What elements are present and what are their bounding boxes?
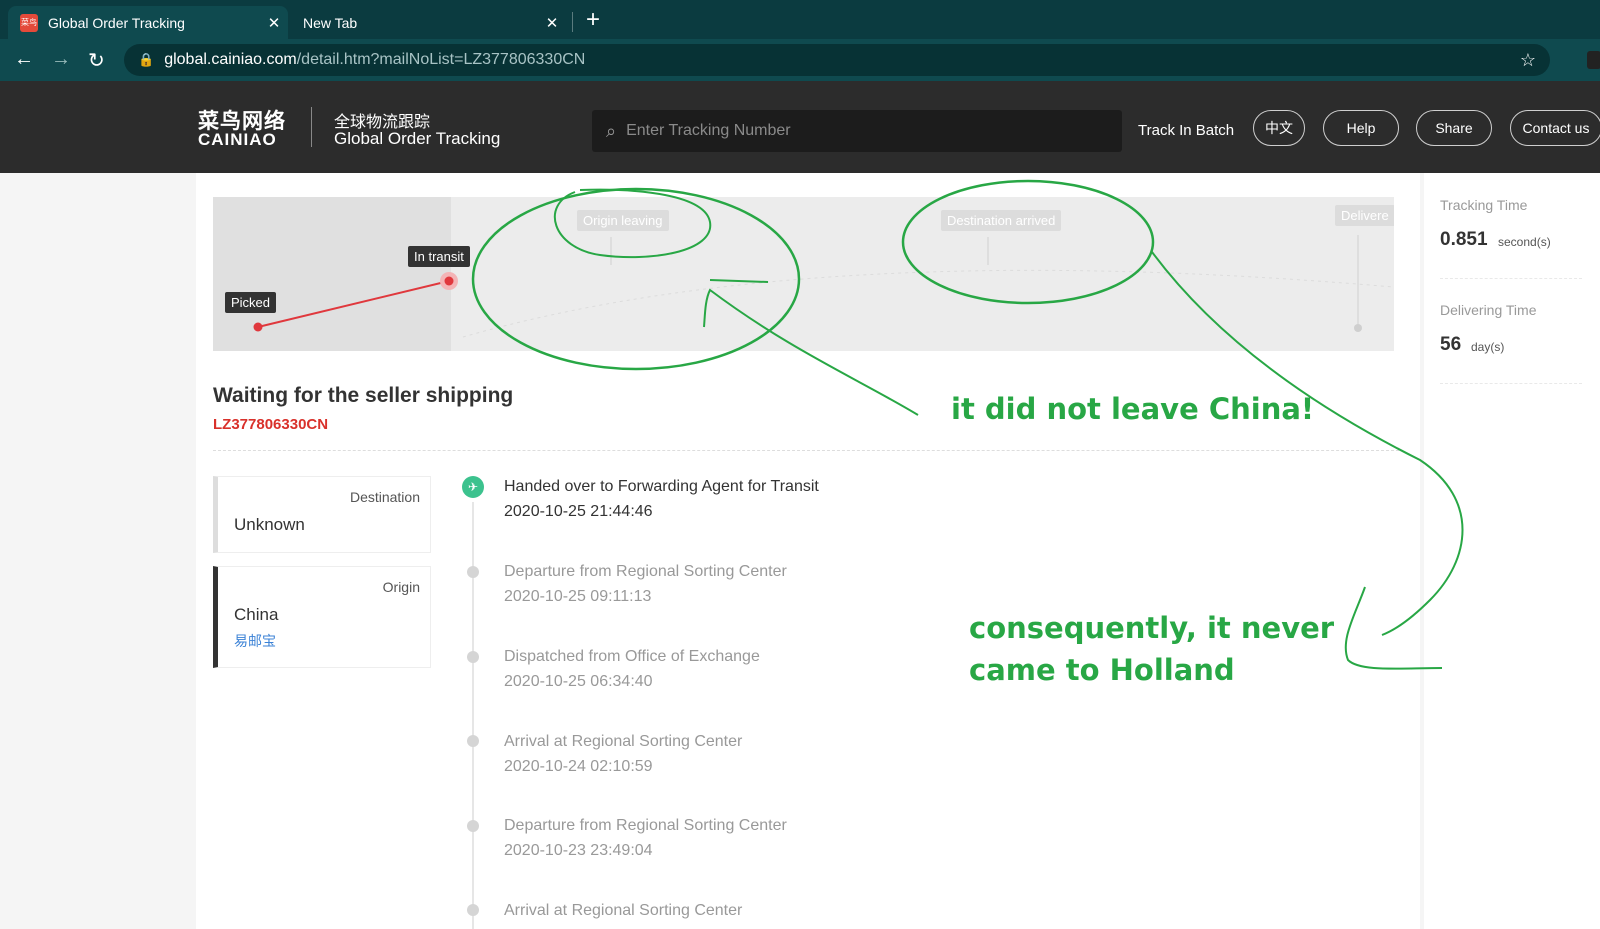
event-title: Departure from Regional Sorting Center [504,817,787,834]
annotation-note-china: it did not leave China! [951,392,1315,426]
progress-track-svg [253,235,1394,338]
stage-destination-arrived-label: Destination arrived [941,210,1062,231]
section-divider [213,450,1399,451]
track-in-batch-link[interactable]: Track In Batch [1138,122,1234,139]
destination-label: Destination [349,489,420,505]
event-title: Arrival at Regional Sorting Center [504,902,743,919]
event-title: Dispatched from Office of Exchange [504,648,760,665]
tracking-time-unit: second(s) [1498,235,1551,249]
stage-in-transit-label: In transit [408,246,470,267]
picked-dot [253,322,263,332]
close-tab-icon[interactable]: ✕ [260,14,288,32]
travelled-route-line [257,280,450,328]
site-header: 菜鸟网络 CAINIAO 全球物流跟踪 Global Order Trackin… [0,81,1600,173]
event-time: 2020-10-25 06:34:40 [504,673,653,690]
url-host: global.cainiao.com [164,51,297,68]
stage-delivered-label: Delivere [1335,205,1394,226]
tracking-number-input[interactable] [626,122,1097,140]
timeline-dot [467,735,479,747]
delivering-time-value: 56 [1440,334,1462,355]
event-time: 2020-10-24 02:10:59 [504,758,653,775]
delivering-time-unit: day(s) [1471,340,1505,354]
stats-sidebar [1424,173,1600,929]
delivering-time-label: Delivering Time [1440,302,1537,318]
help-button[interactable]: Help [1323,110,1399,146]
tab-title: Global Order Tracking [48,14,185,31]
logo-divider [311,107,312,147]
timeline-dot [467,820,479,832]
plane-icon: ✈ [462,476,484,498]
sidebar-divider [1440,383,1582,384]
route-arc [462,269,1394,338]
forward-arrow-icon[interactable]: → [51,48,71,71]
tracking-time-label: Tracking Time [1440,197,1528,213]
back-arrow-icon[interactable]: ← [14,48,34,71]
share-button[interactable]: Share [1416,110,1492,146]
cainiao-favicon-icon: 菜鸟 [20,13,38,32]
event-title: Arrival at Regional Sorting Center [504,733,743,750]
tab-global-order-tracking[interactable]: 菜鸟 Global Order Tracking ✕ [8,6,288,39]
delivered-dot [1354,324,1362,332]
address-bar[interactable]: 🔒 global.cainiao.com/detail.htm?mailNoLi… [124,44,1550,76]
language-button[interactable]: 中文 [1253,110,1305,146]
new-tab-plus-icon[interactable]: + [586,6,600,34]
destination-card: Destination Unknown [213,476,431,553]
timeline-dot [467,566,479,578]
sidebar-divider [1440,278,1582,279]
tab-new-tab[interactable]: New Tab ✕ [288,6,566,39]
reload-icon[interactable]: ↻ [88,48,105,73]
search-icon[interactable]: ⌕ [606,121,616,142]
tab-separator [572,12,573,32]
origin-card: Origin China 易邮宝 [213,566,431,668]
tracking-search-box: ⌕ [592,110,1122,152]
event-time: 2020-10-25 09:11:13 [504,588,652,605]
logo-english[interactable]: CAINIAO [198,130,277,150]
event-time: 2020-10-23 23:49:04 [504,842,653,859]
tracking-time-value: 0.851 [1440,229,1488,250]
url-path: /detail.htm?mailNoList=LZ377806330CN [296,51,586,68]
destination-value: Unknown [234,515,305,534]
event-time: 2020-10-25 21:44:46 [504,503,653,520]
shipment-status: Waiting for the seller shipping [213,384,514,407]
event-title: Handed over to Forwarding Agent for Tran… [504,478,819,495]
stage-picked-label: Picked [225,292,277,313]
tab-title: New Tab [303,14,358,31]
annotation-note-holland-1: consequently, it never [969,611,1335,645]
bookmark-star-icon[interactable]: ☆ [1520,50,1536,71]
site-subtitle-english: Global Order Tracking [334,129,501,148]
origin-service-link[interactable]: 易邮宝 [234,631,276,651]
close-tab-icon[interactable]: ✕ [538,14,566,32]
current-position-dot [444,276,454,286]
browser-tab-bar: 菜鸟 Global Order Tracking ✕ New Tab ✕ + [0,0,1600,39]
browser-toolbar: ← → ↻ 🔒 global.cainiao.com/detail.htm?ma… [0,39,1600,81]
origin-value: China [234,605,279,624]
timeline-dot [467,904,479,916]
origin-label: Origin [382,579,420,595]
event-title: Departure from Regional Sorting Center [504,563,787,580]
contact-us-button[interactable]: Contact us [1510,110,1600,146]
stage-origin-leaving-label: Origin leaving [577,210,669,231]
lock-icon: 🔒 [138,52,155,67]
extension-icon[interactable] [1587,51,1600,69]
annotation-note-holland-2: came to Holland [969,653,1235,687]
shipment-progress-map: Picked In transit Origin leaving Destina… [213,197,1394,351]
tracking-number: LZ377806330CN [213,416,329,433]
timeline-dot [467,651,479,663]
